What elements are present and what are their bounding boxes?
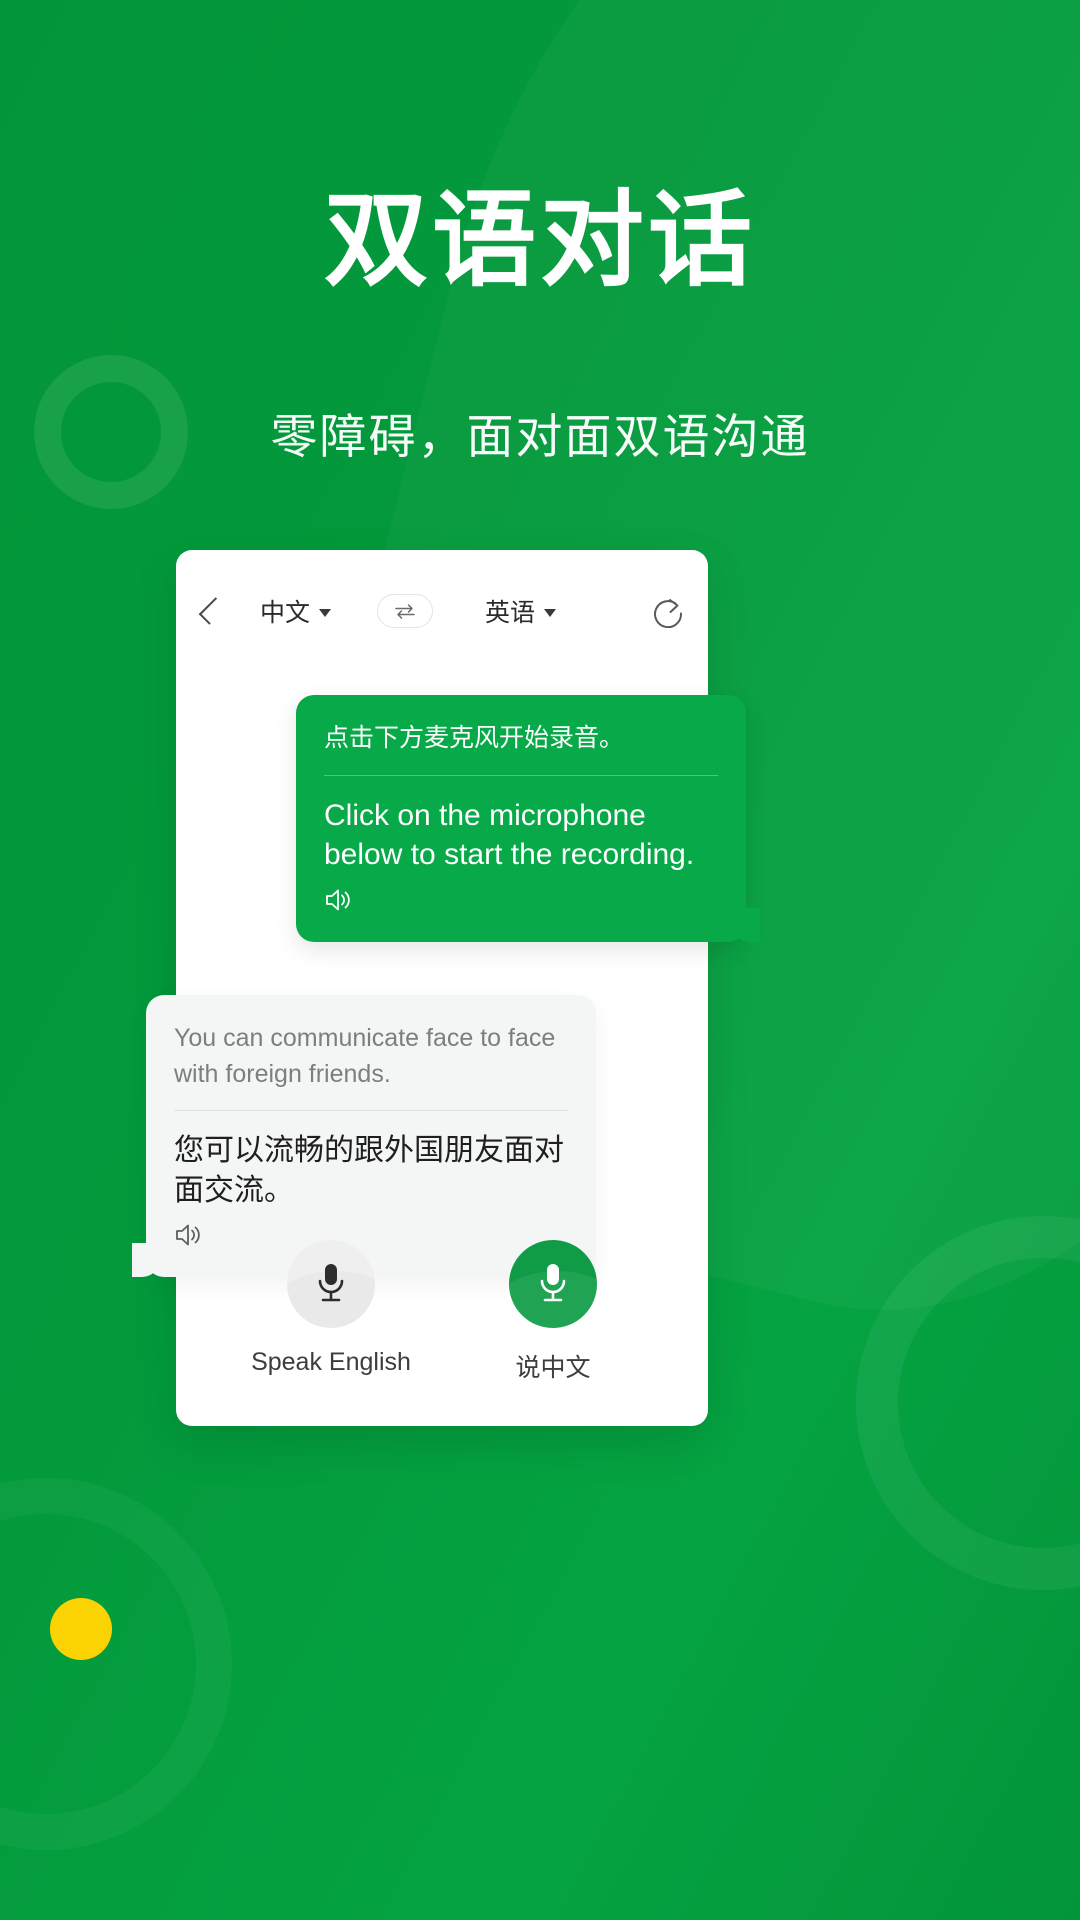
speak-chinese-control[interactable]: 说中文	[463, 1240, 643, 1384]
microphone-label-english: Speak English	[251, 1348, 411, 1376]
source-language-selector[interactable]: 中文	[260, 593, 332, 629]
microphone-controls: Speak English 说中文	[176, 1240, 708, 1384]
back-button[interactable]	[176, 597, 240, 625]
microphone-button-chinese[interactable]	[509, 1240, 597, 1328]
speak-english-control[interactable]: Speak English	[241, 1240, 421, 1377]
message-translated-text: 您可以流畅的跟外国朋友面对面交流。	[174, 1134, 564, 1207]
target-language-selector[interactable]: 英语	[485, 593, 557, 629]
page-subtitle: 零障碍，面对面双语沟通	[270, 410, 810, 463]
message-divider	[174, 1110, 568, 1111]
message-bubble-incoming[interactable]: You can communicate face to face with fo…	[132, 995, 596, 1278]
share-icon	[654, 599, 683, 628]
chevron-left-icon	[198, 597, 226, 625]
bubble-tail	[732, 907, 760, 942]
headline-container: 双语对话	[0, 186, 1080, 296]
message-source-text: You can communicate face to face with fo…	[174, 1024, 556, 1088]
decorative-yellow-dot	[50, 1598, 112, 1660]
microphone-button-english[interactable]	[287, 1240, 375, 1328]
phone-screen-card: 中文 英语 点击下方麦克风开始录音。 Click on the micropho…	[132, 550, 760, 1426]
microphone-label-chinese: 说中文	[515, 1354, 591, 1382]
share-button[interactable]	[652, 594, 686, 628]
conversation-list: 点击下方麦克风开始录音。 Click on the microphone bel…	[132, 655, 760, 1295]
chevron-down-icon	[319, 608, 332, 617]
swap-arrows-icon	[395, 604, 415, 619]
speaker-icon	[326, 889, 350, 911]
message-translated-text: Click on the microphone below to start t…	[324, 798, 695, 872]
button-gloss	[287, 1271, 375, 1328]
app-header: 中文 英语	[176, 580, 708, 642]
message-bubble-outgoing[interactable]: 点击下方麦克风开始录音。 Click on the microphone bel…	[296, 695, 760, 942]
message-divider	[324, 774, 718, 776]
swap-languages-button[interactable]	[377, 594, 434, 628]
source-language-label: 中文	[260, 599, 311, 627]
message-source-text: 点击下方麦克风开始录音。	[324, 724, 625, 752]
bubble-tail	[132, 1243, 160, 1278]
page-title: 双语对话	[323, 183, 756, 299]
promo-screenshot: 双语对话 零障碍，面对面双语沟通 中文 英语 点击下方麦克风开始录音。 Clic…	[0, 0, 1080, 1920]
button-gloss	[509, 1270, 597, 1328]
play-audio-button[interactable]	[324, 887, 718, 918]
chevron-down-icon	[544, 608, 557, 617]
target-language-label: 英语	[485, 599, 536, 627]
